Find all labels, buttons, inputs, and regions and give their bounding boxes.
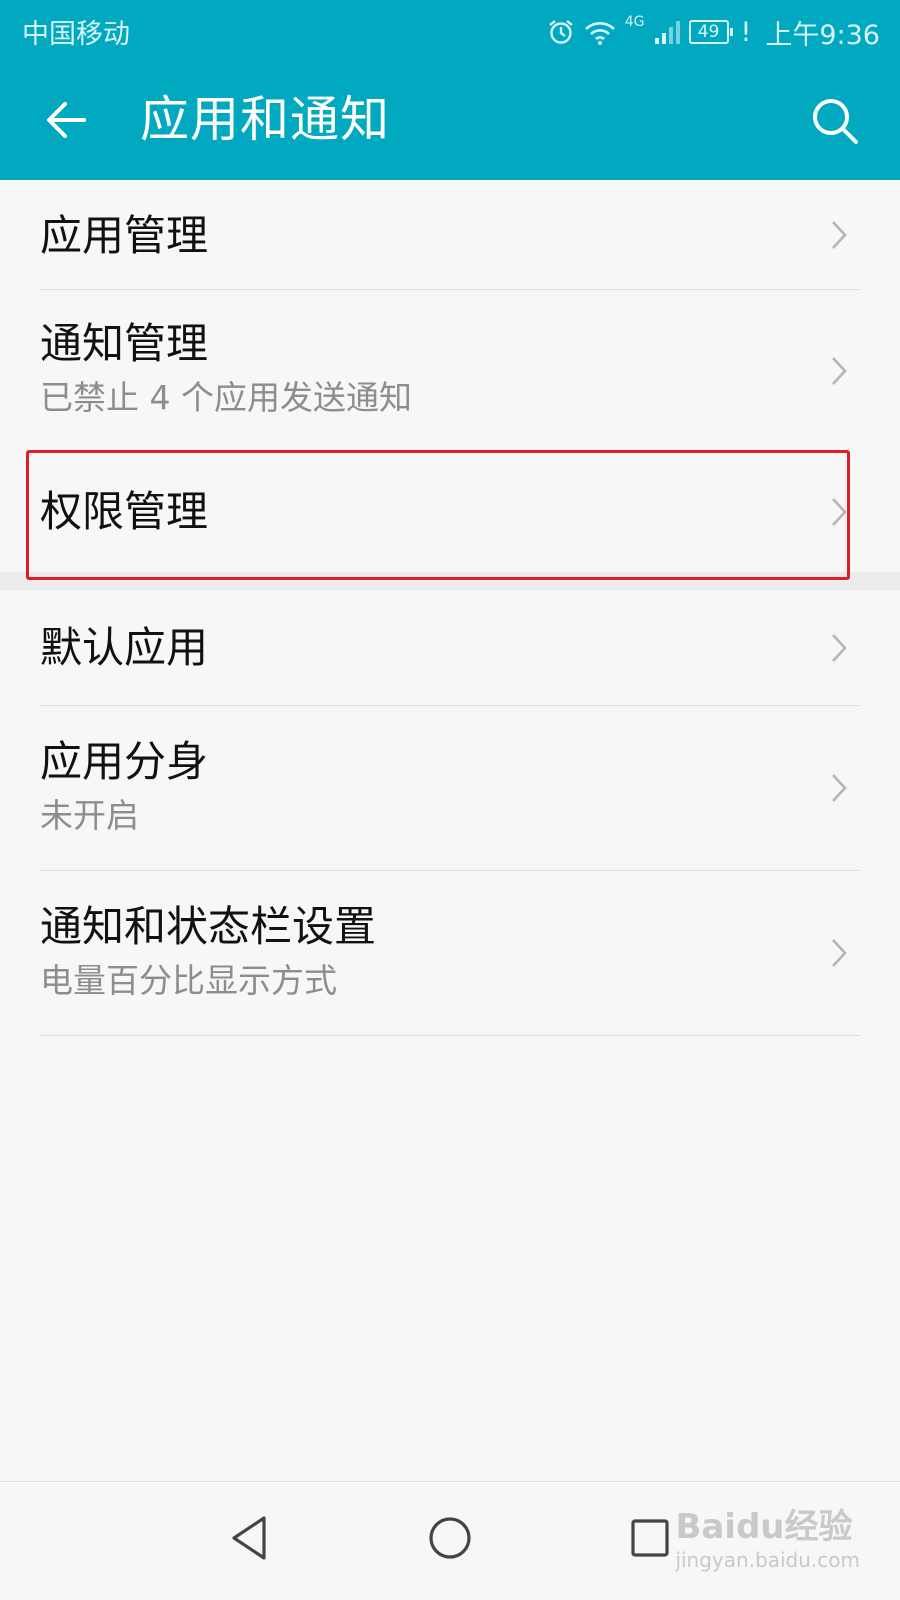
navigation-bar: Baidu经验 jingyan.baidu.com — [0, 1481, 900, 1600]
back-arrow-icon[interactable] — [38, 90, 98, 150]
network-type: 4G — [624, 14, 645, 30]
settings-list: 应用管理 通知管理 已禁止 4 个应用发送通知 权限管理 默认应用 应用分身 未… — [0, 180, 900, 1036]
menu-item-notification-statusbar-settings[interactable]: 通知和状态栏设置 电量百分比显示方式 — [0, 871, 900, 1035]
status-bar: 中国移动 4G 49 ! 上午9:36 — [0, 0, 900, 64]
menu-item-label: 应用分身 — [40, 737, 209, 786]
alert-mark: ! — [740, 16, 752, 48]
menu-item-default-apps[interactable]: 默认应用 — [0, 590, 900, 705]
alarm-clock-icon — [549, 20, 573, 44]
watermark-brand: Baidu经验 — [675, 1507, 853, 1547]
app-bar: 中国移动 4G 49 ! 上午9:36 应用和通知 — [0, 0, 900, 180]
divider — [40, 1035, 860, 1036]
highlight-box — [26, 450, 850, 580]
menu-item-subtitle: 未开启 — [40, 796, 139, 835]
clock: 上午9:36 — [765, 19, 880, 51]
watermark: Baidu经验 jingyan.baidu.com — [675, 1499, 860, 1572]
nav-home-circle-icon[interactable] — [418, 1506, 482, 1570]
status-icons: 4G 49 ! 上午9:36 — [547, 10, 880, 54]
menu-item-label: 应用管理 — [40, 211, 209, 260]
search-icon[interactable] — [806, 92, 864, 150]
watermark-url: jingyan.baidu.com — [675, 1548, 860, 1572]
menu-item-app-management[interactable]: 应用管理 — [0, 180, 900, 289]
cell-signal-icon — [654, 21, 680, 44]
menu-item-subtitle: 已禁止 4 个应用发送通知 — [40, 378, 412, 417]
chevron-right-icon — [832, 939, 847, 967]
battery-indicator: 49 — [688, 20, 733, 44]
chevron-right-icon — [832, 633, 847, 662]
chevron-right-icon — [832, 774, 847, 802]
wifi-icon — [584, 22, 615, 45]
menu-item-label: 默认应用 — [40, 623, 209, 672]
menu-item-subtitle: 电量百分比显示方式 — [40, 961, 337, 1000]
chevron-right-icon — [832, 357, 847, 385]
page-title: 应用和通知 — [140, 91, 391, 148]
nav-recents-square-icon[interactable] — [618, 1506, 682, 1570]
menu-item-app-twin[interactable]: 应用分身 未开启 — [0, 706, 900, 870]
menu-item-label: 通知和状态栏设置 — [40, 902, 377, 951]
chevron-right-icon — [832, 220, 847, 249]
carrier-name: 中国移动 — [22, 19, 130, 50]
menu-item-notification-management[interactable]: 通知管理 已禁止 4 个应用发送通知 — [0, 290, 900, 452]
nav-back-triangle-icon[interactable] — [218, 1506, 282, 1570]
menu-item-label: 通知管理 — [40, 319, 209, 368]
